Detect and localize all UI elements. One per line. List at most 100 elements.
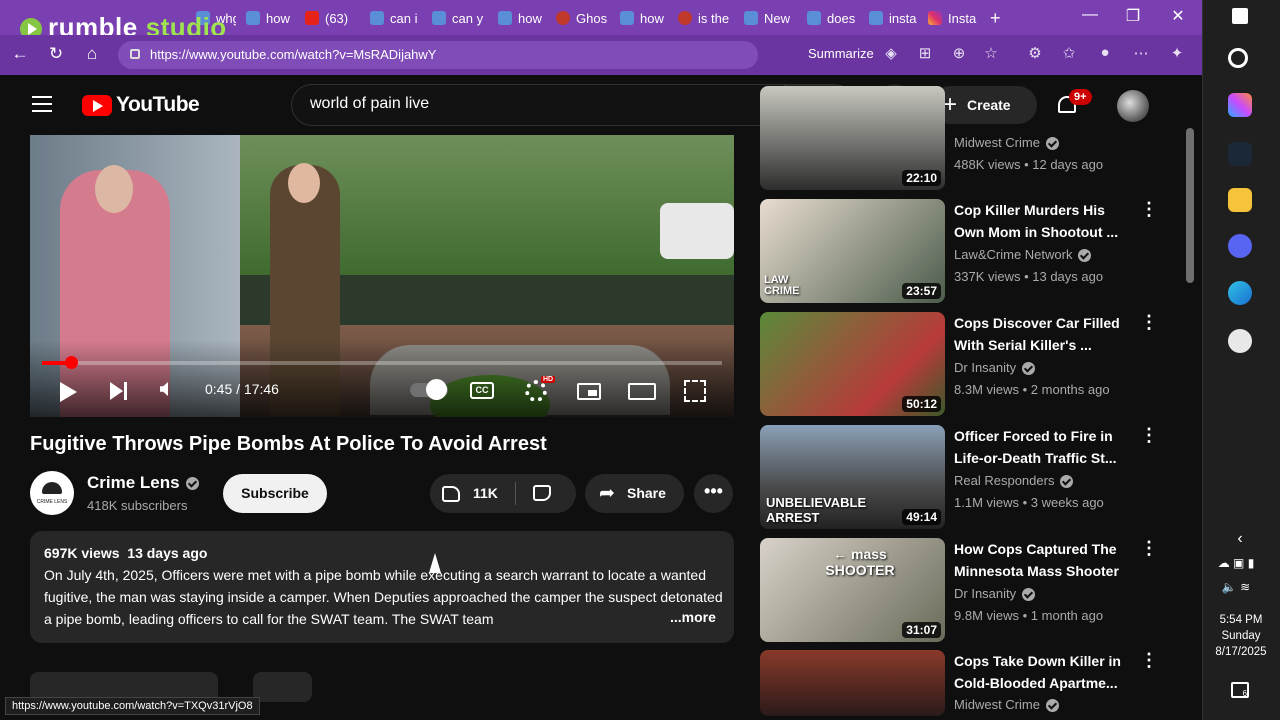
- menu-icon[interactable]: [32, 96, 52, 112]
- close-window-icon[interactable]: ✕: [1164, 6, 1192, 26]
- home-icon[interactable]: ⌂: [80, 44, 104, 64]
- search-icon[interactable]: [1228, 48, 1248, 68]
- related-thumbnail[interactable]: [760, 650, 945, 716]
- related-channel[interactable]: Midwest Crime: [954, 135, 1059, 151]
- related-thumbnail[interactable]: 50:12: [760, 312, 945, 416]
- thumbs-down-icon[interactable]: [533, 485, 551, 501]
- clock-day: Sunday: [1221, 630, 1261, 642]
- related-title[interactable]: How Cops Captured The Minnesota Mass Sho…: [954, 538, 1132, 582]
- subscriber-count: 418K subscribers: [87, 498, 188, 513]
- maximize-icon[interactable]: ❐: [1119, 6, 1147, 26]
- related-meta: 1.1M views • 3 weeks ago: [954, 495, 1104, 510]
- browser-tab[interactable]: Ghos: [556, 8, 608, 28]
- related-menu-icon[interactable]: ⋮: [1140, 650, 1158, 671]
- zoom-icon[interactable]: ⊕: [948, 44, 970, 62]
- related-channel[interactable]: Midwest Crime: [954, 697, 1059, 713]
- apps-icon[interactable]: ⊞: [914, 44, 936, 62]
- browser-tab[interactable]: New: [744, 8, 792, 28]
- related-title[interactable]: Cops Discover Car Filled With Serial Kil…: [954, 312, 1132, 356]
- browser-tab[interactable]: can i: [370, 8, 418, 28]
- related-thumbnail[interactable]: 22:10: [760, 86, 945, 190]
- related-thumbnail[interactable]: ← mass SHOOTER 31:07: [760, 538, 945, 642]
- scrollbar-thumb[interactable]: [1186, 128, 1194, 283]
- autoplay-toggle[interactable]: [410, 379, 448, 400]
- miniplayer-icon[interactable]: [577, 383, 601, 400]
- related-title[interactable]: Officer Forced to Fire in Life-or-Death …: [954, 425, 1132, 469]
- mouse-cursor: [429, 553, 441, 573]
- related-title[interactable]: Cop Killer Murders His Own Mom in Shooto…: [954, 199, 1132, 243]
- new-tab-label: +: [990, 8, 1001, 28]
- browser-tab[interactable]: (63): [305, 8, 357, 28]
- progress-scrubber[interactable]: [64, 356, 78, 369]
- new-tab-button[interactable]: +: [990, 8, 1010, 28]
- browser-tab[interactable]: does: [807, 8, 857, 28]
- thumbnail-overlay-text: UNBELIEVABLE ARREST: [766, 495, 867, 525]
- discord-icon[interactable]: [1228, 234, 1252, 258]
- browser-tab[interactable]: insta: [869, 8, 919, 28]
- related-title[interactable]: Cops Take Down Killer in Cold-Blooded Ap…: [954, 650, 1132, 694]
- summarize-button[interactable]: Summarize: [808, 46, 874, 61]
- play-icon[interactable]: [60, 382, 77, 402]
- related-channel[interactable]: Law&Crime Network: [954, 247, 1092, 263]
- create-button[interactable]: + Create: [931, 86, 1037, 124]
- browser-tab[interactable]: is the: [678, 8, 732, 28]
- copilot-icon[interactable]: ✦: [1166, 44, 1188, 62]
- back-icon[interactable]: ←: [8, 44, 32, 64]
- taskbar-clock[interactable]: 5:54 PM Sunday 8/17/2025: [1202, 612, 1280, 660]
- browser-tab-active[interactable]: Insta: [928, 8, 980, 28]
- settings-gear-icon[interactable]: [525, 380, 547, 402]
- browser-tab[interactable]: how: [498, 8, 542, 28]
- channel-name[interactable]: Crime Lens: [87, 473, 199, 493]
- windows-start-icon[interactable]: [1232, 8, 1248, 24]
- related-menu-icon[interactable]: ⋮: [1140, 312, 1158, 333]
- search-input[interactable]: world of pain live: [291, 84, 785, 126]
- tray-icons[interactable]: ☁ ▣ ▮: [1210, 556, 1262, 580]
- volume-wifi-icons[interactable]: 🔈 ≋: [1210, 580, 1262, 604]
- extensions-icon[interactable]: ⚙: [1024, 44, 1046, 62]
- subscribe-button[interactable]: Subscribe: [223, 474, 327, 513]
- chevron-left-icon[interactable]: ‹: [1228, 530, 1252, 554]
- captions-icon[interactable]: CC: [470, 382, 494, 399]
- copilot-app-icon[interactable]: [1228, 93, 1252, 117]
- tab-label: does: [827, 10, 856, 26]
- tab-label: can y: [452, 10, 484, 26]
- like-divider: [515, 482, 516, 505]
- description-box[interactable]: 697K views 13 days ago On July 4th, 2025…: [30, 531, 734, 643]
- obs-icon[interactable]: [1228, 329, 1252, 353]
- channel-avatar[interactable]: [30, 471, 74, 515]
- address-bar[interactable]: https://www.youtube.com/watch?v=MsRADija…: [118, 41, 758, 69]
- related-channel[interactable]: Dr Insanity: [954, 586, 1036, 602]
- related-menu-icon[interactable]: ⋮: [1140, 425, 1158, 446]
- youtube-logo[interactable]: YouTube: [82, 93, 200, 117]
- next-icon[interactable]: [110, 382, 127, 400]
- tab-favicon-icon: [246, 11, 260, 25]
- file-explorer-icon[interactable]: [1228, 188, 1252, 212]
- description-more-link[interactable]: ...more: [664, 609, 716, 625]
- browser-tab[interactable]: can y: [432, 8, 484, 28]
- progress-bar[interactable]: [42, 361, 722, 365]
- theater-mode-icon[interactable]: [628, 383, 656, 400]
- related-channel[interactable]: Real Responders: [954, 473, 1074, 489]
- share-button[interactable]: Share: [585, 474, 684, 513]
- refresh-icon[interactable]: ↻: [44, 44, 68, 64]
- browser-tab[interactable]: how: [246, 8, 290, 28]
- related-menu-icon[interactable]: ⋮: [1140, 199, 1158, 220]
- related-thumbnail[interactable]: UNBELIEVABLE ARREST 49:14: [760, 425, 945, 529]
- profile-icon[interactable]: ●: [1094, 44, 1116, 61]
- steam-icon[interactable]: [1228, 142, 1252, 166]
- minimize-icon[interactable]: —: [1076, 6, 1104, 24]
- fullscreen-icon[interactable]: [684, 380, 706, 402]
- favorite-star-icon[interactable]: ☆: [980, 44, 1002, 62]
- related-menu-icon[interactable]: ⋮: [1140, 538, 1158, 559]
- related-thumbnail[interactable]: LAW CRIME 23:57: [760, 199, 945, 303]
- tab-label: New: [764, 10, 791, 26]
- browser-tab[interactable]: how: [620, 8, 664, 28]
- notification-center-icon[interactable]: 6: [1231, 682, 1249, 698]
- favorites-icon[interactable]: ✩: [1058, 44, 1080, 62]
- more-actions-button[interactable]: •••: [694, 474, 733, 513]
- edge-icon[interactable]: [1228, 281, 1252, 305]
- account-avatar[interactable]: [1117, 90, 1149, 122]
- browser-menu-icon[interactable]: ⋯: [1130, 44, 1152, 62]
- ai-icon[interactable]: ◈: [880, 44, 902, 62]
- related-channel[interactable]: Dr Insanity: [954, 360, 1036, 376]
